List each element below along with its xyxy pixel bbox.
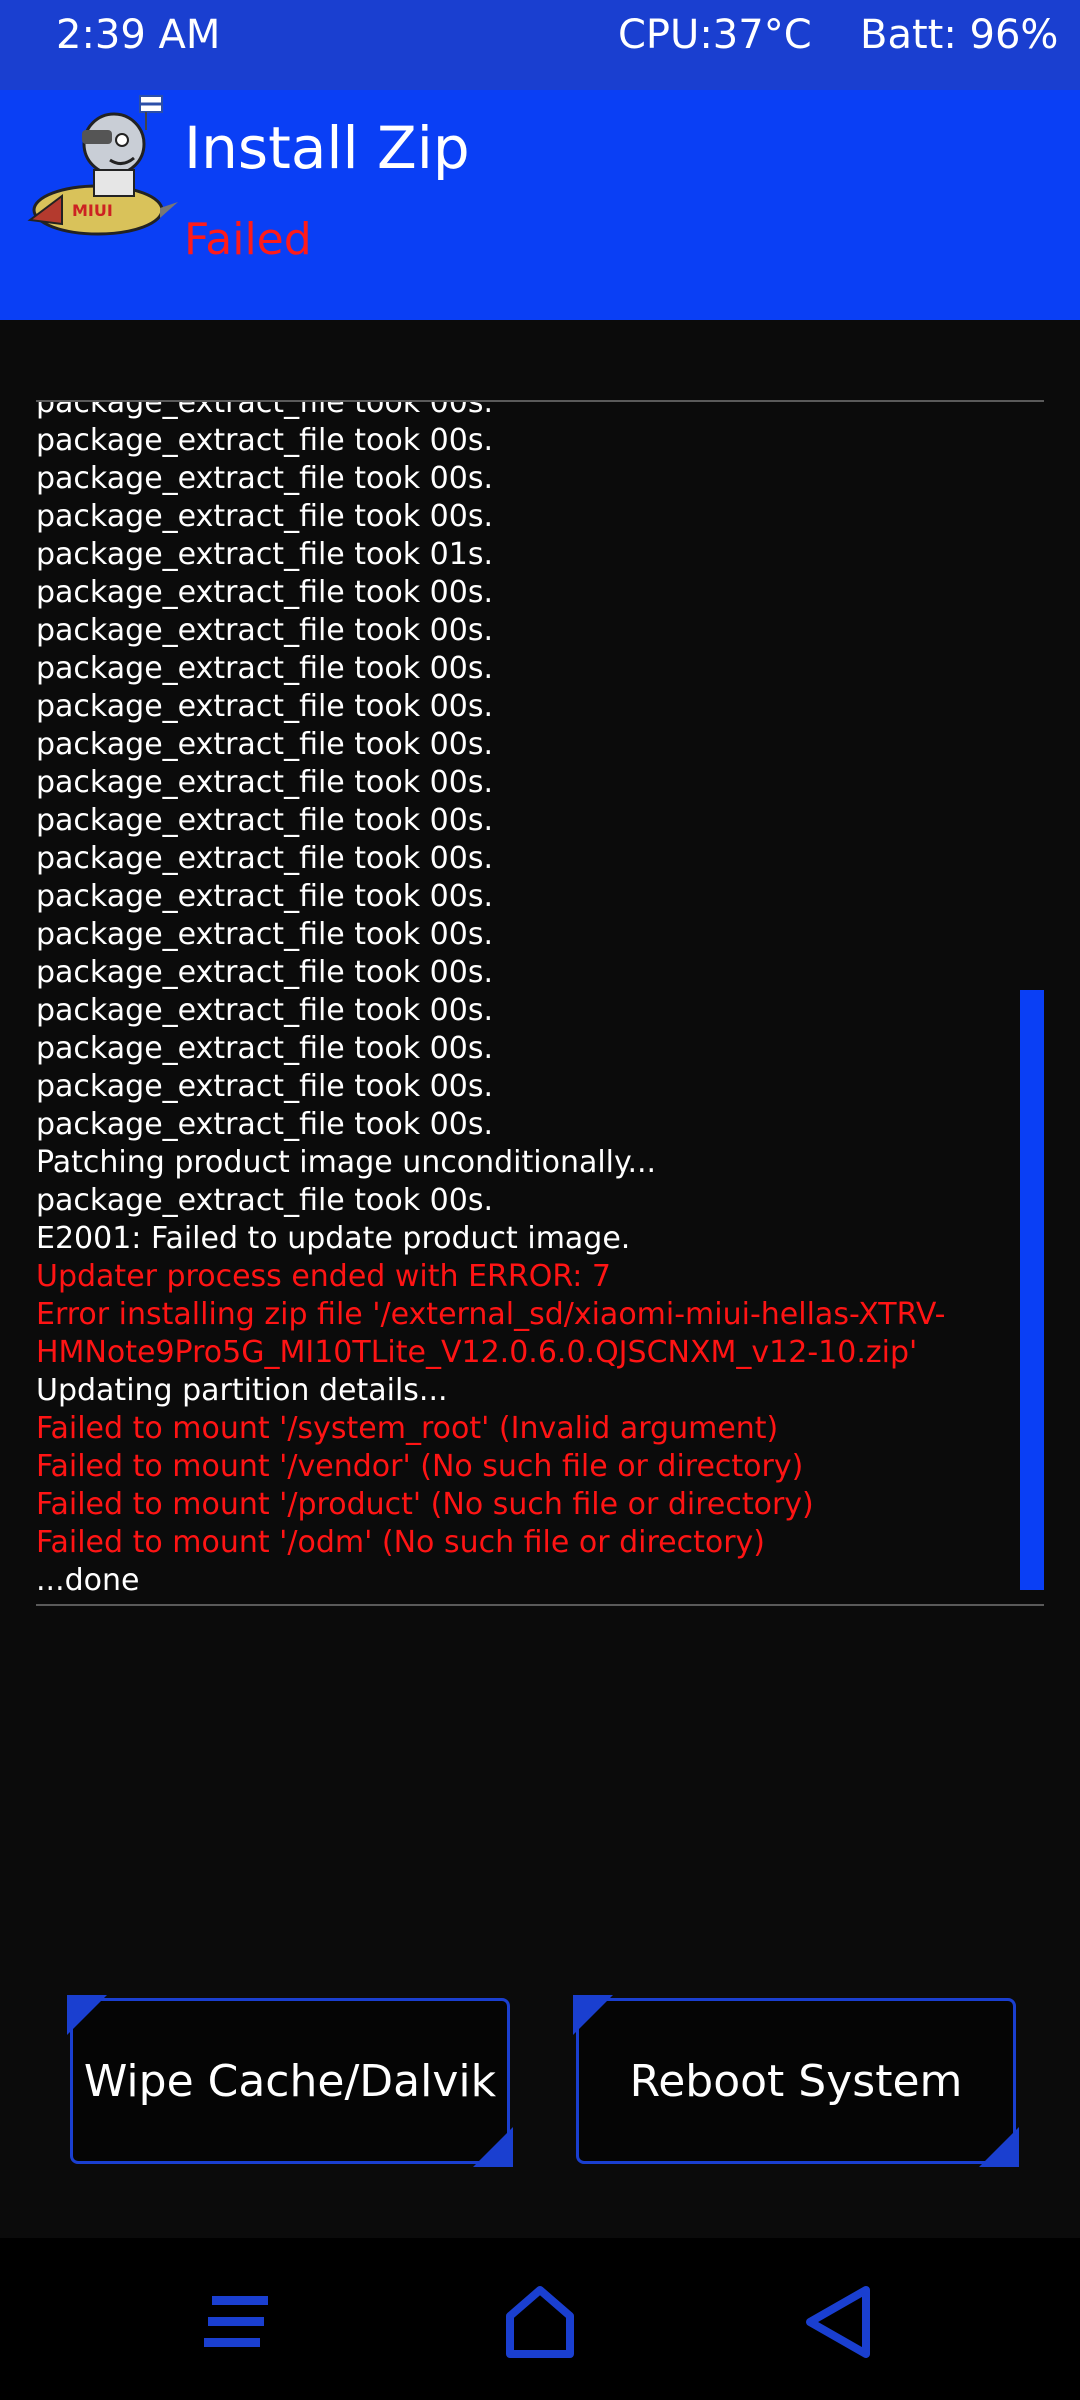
twrp-miui-logo-icon: MIUI <box>27 95 178 236</box>
console-line: package_extract_file took 00s. <box>36 400 494 420</box>
console-line: package_extract_file took 00s. <box>36 613 494 648</box>
console-line: package_extract_file took 00s. <box>36 575 494 610</box>
console-line: package_extract_file took 00s. <box>36 461 494 496</box>
console-line: package_extract_file took 00s. <box>36 1107 494 1142</box>
console-line: package_extract_file took 01s. <box>36 537 494 572</box>
console-line: package_extract_file took 00s. <box>36 993 494 1028</box>
console-line: package_extract_file took 00s. <box>36 1183 494 1218</box>
console-line: Patching product image unconditionally..… <box>36 1145 657 1180</box>
console-line: package_extract_file took 00s. <box>36 803 494 838</box>
console-line: HMNote9Pro5G_MI10TLite_V12.0.6.0.QJSCNXM… <box>36 1335 918 1370</box>
console-scrollbar[interactable] <box>1020 990 1044 1590</box>
wipe-cache-dalvik-button[interactable]: Wipe Cache/Dalvik <box>67 1995 513 2167</box>
console-line: package_extract_file took 00s. <box>36 1069 494 1104</box>
console-log[interactable]: package_extract_file took 00s. package_ex… <box>36 400 1044 1606</box>
home-icon[interactable] <box>500 2282 580 2362</box>
button-corner-decoration <box>473 2127 513 2167</box>
console-line: package_extract_file took 00s. <box>36 1031 494 1066</box>
console-line: package_extract_file took 00s. <box>36 689 494 724</box>
status-bar: 2:39 AM CPU:37°C Batt: 96% <box>0 0 1080 90</box>
status-battery: Batt: 96% <box>860 12 1059 58</box>
console-line: package_extract_file took 00s. <box>36 727 494 762</box>
page-title: Install Zip <box>184 114 470 182</box>
status-time: 2:39 AM <box>56 12 221 58</box>
console-lines: package_extract_file took 00s. package_ex… <box>36 400 1016 1600</box>
console-line: package_extract_file took 00s. <box>36 879 494 914</box>
console-line: package_extract_file took 00s. <box>36 423 494 458</box>
console-line: package_extract_file took 00s. <box>36 917 494 952</box>
reboot-system-button[interactable]: Reboot System <box>573 1995 1019 2167</box>
wipe-cache-dalvik-label: Wipe Cache/Dalvik <box>83 2055 497 2107</box>
button-corner-decoration <box>573 1995 613 2035</box>
console-line: Updater process ended with ERROR: 7 <box>36 1259 611 1294</box>
console-line: package_extract_file took 00s. <box>36 499 494 534</box>
install-status: Failed <box>184 214 312 265</box>
reboot-system-label: Reboot System <box>629 2055 963 2107</box>
console-line: E2001: Failed to update product image. <box>36 1221 631 1256</box>
console-line: package_extract_file took 00s. <box>36 765 494 800</box>
console-line: Failed to mount '/product' (No such file… <box>36 1487 814 1522</box>
console-line: Error installing zip file '/external_sd/… <box>36 1297 946 1332</box>
console-line: Failed to mount '/odm' (No such file or … <box>36 1525 765 1560</box>
console-line: Failed to mount '/vendor' (No such file … <box>36 1449 804 1484</box>
console-line: Failed to mount '/system_root' (Invalid … <box>36 1411 779 1446</box>
console-line: ...done <box>36 1563 140 1598</box>
status-cpu-temp: CPU:37°C <box>618 12 812 58</box>
page-header: MIUI Install Zip Failed <box>0 90 1080 320</box>
console-line: package_extract_file took 00s. <box>36 841 494 876</box>
console-line: package_extract_file took 00s. <box>36 651 494 686</box>
console-line: Updating partition details... <box>36 1373 448 1408</box>
button-corner-decoration <box>67 1995 107 2035</box>
button-corner-decoration <box>979 2127 1019 2167</box>
console-line: package_extract_file took 00s. <box>36 955 494 990</box>
svg-text:MIUI: MIUI <box>72 201 113 220</box>
navigation-bar <box>0 2238 1080 2400</box>
menu-icon[interactable] <box>200 2282 280 2362</box>
back-icon[interactable] <box>800 2282 880 2362</box>
